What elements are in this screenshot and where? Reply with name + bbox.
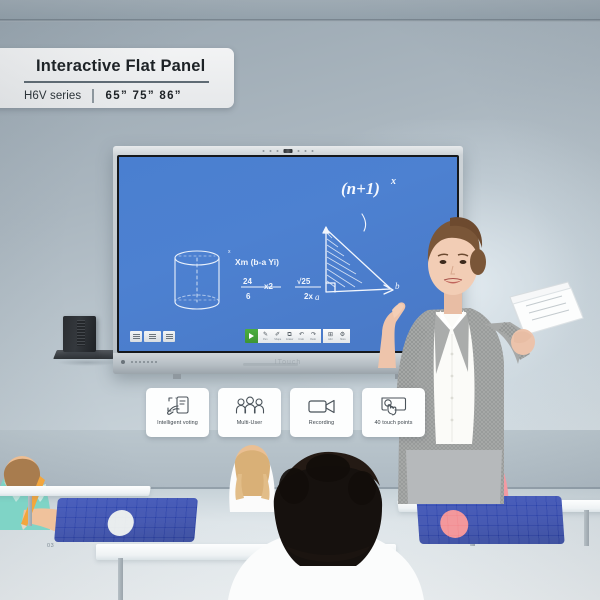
- shape-icon: ✐: [274, 331, 281, 338]
- feature-intelligent-voting[interactable]: Intelligent voting: [146, 388, 209, 437]
- tool-undo[interactable]: ↶ Undo: [296, 329, 307, 343]
- tool-pen[interactable]: ✎ Pen: [260, 329, 271, 343]
- desk-leg: [118, 558, 123, 600]
- feature-touch-points[interactable]: 40 touch points: [362, 388, 425, 437]
- desk-left: [0, 486, 151, 496]
- banner-subtitle: H6V series 65” 75” 86”: [24, 88, 234, 103]
- svg-text:(n+1): (n+1): [341, 179, 380, 198]
- three-people-icon: [235, 394, 265, 418]
- slide-canvas: Xm (b-a Yi) x 24 6 x2 √25 2x (n+1) x a b…: [0, 0, 600, 600]
- ir-receiver-icon: [121, 360, 125, 364]
- video-camera-icon: [307, 394, 337, 418]
- series-label: H6V series: [24, 89, 82, 102]
- chair-hole: [439, 510, 470, 538]
- desk-leg: [584, 510, 589, 546]
- svg-text:a: a: [315, 292, 320, 302]
- tool-more[interactable]: ⚙ More: [337, 329, 348, 343]
- wall-upper: [0, 0, 600, 20]
- svg-text:√25: √25: [297, 277, 311, 286]
- speaker-grill: [77, 320, 85, 346]
- tool-play[interactable]: [245, 329, 258, 343]
- hand-touch-screen-icon: [379, 394, 409, 418]
- svg-text:x: x: [390, 176, 396, 187]
- svg-text:6: 6: [246, 292, 251, 301]
- speaker-shadow: [58, 359, 116, 366]
- toolbar-group-right[interactable]: ⊞ Add ⚙ More: [323, 329, 350, 343]
- page-number: 03: [47, 543, 55, 549]
- screen-window-button[interactable]: [163, 331, 175, 342]
- undo-icon: ↶: [298, 331, 305, 338]
- toolbar-group-main[interactable]: ✎ Pen ✐ Shape ⧉ Eraser ↶ Undo ↷ Redo: [258, 329, 321, 343]
- title-banner: Interactive Flat Panel H6V series 65” 75…: [0, 48, 234, 108]
- feature-label: 40 touch points: [374, 420, 413, 426]
- feature-recording[interactable]: Recording: [290, 388, 353, 437]
- screen-apps-button[interactable]: [144, 331, 161, 342]
- chin-indicator-dots: [131, 361, 157, 363]
- screen-menu-button[interactable]: [130, 331, 142, 342]
- gear-icon: ⚙: [339, 331, 346, 338]
- tool-add[interactable]: ⊞ Add: [325, 329, 336, 343]
- svg-text:x: x: [228, 249, 231, 255]
- tool-shape[interactable]: ✐ Shape: [272, 329, 283, 343]
- brand-mark: ITouch: [274, 359, 302, 366]
- page-title: Interactive Flat Panel: [36, 57, 206, 75]
- hand-tablet-vote-icon: [165, 394, 191, 418]
- feature-multi-user[interactable]: Multi-User: [218, 388, 281, 437]
- vertical-divider: [92, 88, 94, 103]
- svg-text:Xm (b-a Yi): Xm (b-a Yi): [235, 257, 279, 267]
- svg-text:24: 24: [243, 277, 252, 286]
- chair-hole: [106, 510, 135, 536]
- feature-label: Intelligent voting: [157, 420, 198, 426]
- camera-icon: [262, 149, 314, 153]
- tool-eraser[interactable]: ⧉ Eraser: [284, 329, 295, 343]
- panel-mount-left: [173, 374, 181, 379]
- svg-text:2x: 2x: [304, 292, 313, 301]
- add-icon: ⊞: [327, 331, 334, 338]
- whiteboard-toolbar[interactable]: ✎ Pen ✐ Shape ⧉ Eraser ↶ Undo ↷ Redo ⊞ A…: [245, 329, 350, 343]
- chair-left: [54, 498, 198, 542]
- pen-icon: ✎: [262, 331, 269, 338]
- redo-icon: ↷: [310, 331, 317, 338]
- feature-cards[interactable]: Intelligent voting Multi-User Recording …: [146, 388, 425, 437]
- size-options: 65” 75” 86”: [105, 89, 182, 102]
- wall-speaker: [63, 316, 96, 352]
- student-foreground: [228, 451, 424, 600]
- teacher-papers: [509, 281, 584, 336]
- feature-label: Multi-User: [236, 420, 263, 426]
- tool-redo[interactable]: ↷ Redo: [308, 329, 319, 343]
- screen-quick-buttons[interactable]: [130, 331, 175, 342]
- eraser-icon: ⧉: [287, 331, 292, 338]
- banner-divider: [24, 81, 209, 83]
- desk-leg: [28, 496, 32, 526]
- feature-label: Recording: [308, 420, 335, 426]
